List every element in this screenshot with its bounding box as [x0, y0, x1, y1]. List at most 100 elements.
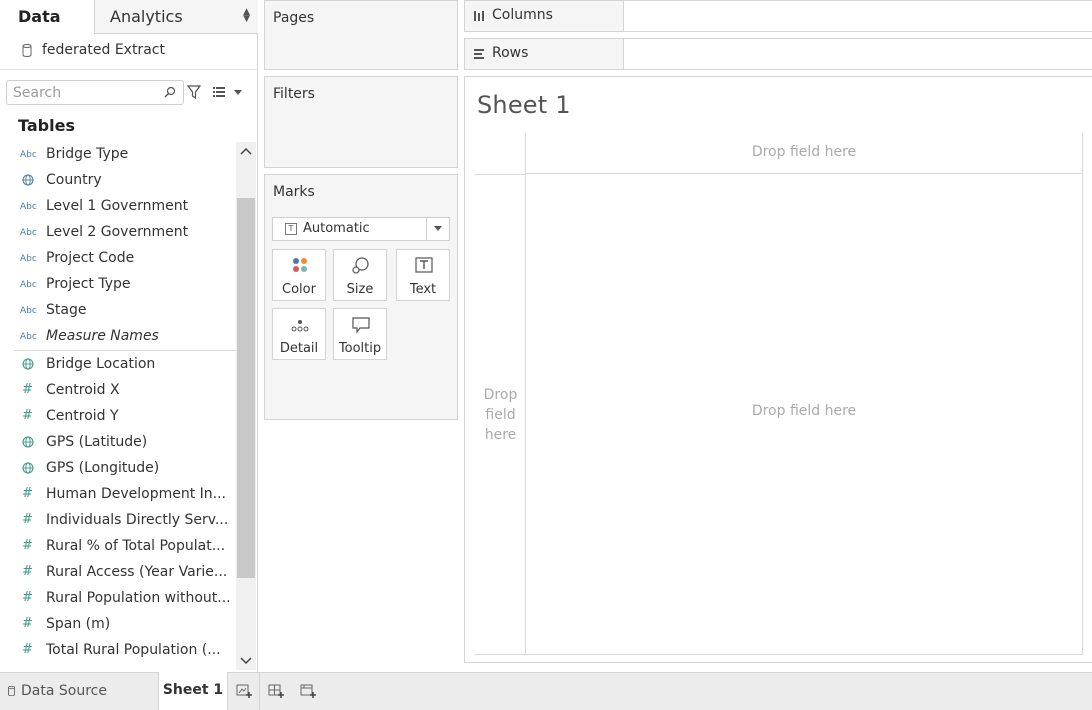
- abc-icon: Abc: [20, 280, 37, 290]
- mark-type-dropdown[interactable]: T Automatic: [272, 217, 450, 241]
- abc-icon: Abc: [20, 150, 37, 160]
- color-button[interactable]: Color: [272, 249, 326, 301]
- field-item[interactable]: # Rural Population without...: [0, 586, 236, 612]
- field-item[interactable]: Abc Bridge Type: [0, 142, 236, 168]
- pages-shelf[interactable]: Pages: [264, 0, 458, 70]
- field-item[interactable]: Country: [0, 168, 236, 194]
- field-item[interactable]: # Human Development In...: [0, 482, 236, 508]
- view-drop-zone[interactable]: Drop field here: [525, 174, 1083, 655]
- tab-analytics[interactable]: Analytics ▲ ▼: [94, 0, 258, 34]
- worksheet-view: Sheet 1 Drop field here Drop field here …: [464, 76, 1092, 663]
- field-item[interactable]: Abc Level 1 Government: [0, 194, 236, 220]
- field-item[interactable]: # Total Rural Population (...: [0, 638, 236, 664]
- scroll-up-icon[interactable]: [236, 142, 256, 162]
- filter-icon[interactable]: [186, 84, 202, 100]
- field-name: Country: [46, 172, 102, 188]
- hash-icon: #: [22, 564, 33, 579]
- data-source-tab[interactable]: Data Source: [0, 673, 156, 710]
- sheet-tab-bar: Data Source Sheet 1: [0, 672, 1092, 710]
- detail-button[interactable]: Detail: [272, 308, 326, 360]
- columns-label: Columns: [492, 7, 553, 23]
- field-item[interactable]: # Rural % of Total Populat...: [0, 534, 236, 560]
- field-name: Bridge Location: [46, 356, 156, 372]
- field-item[interactable]: # Rural Access (Year Varie...: [0, 560, 236, 586]
- field-name: Bridge Type: [46, 146, 129, 162]
- rows-icon: [474, 49, 484, 59]
- size-icon: [352, 257, 369, 274]
- field-item[interactable]: Abc Project Type: [0, 272, 236, 298]
- globe-icon: [22, 174, 34, 186]
- new-dashboard-icon[interactable]: [268, 682, 286, 700]
- dimension-measure-divider: [14, 350, 236, 351]
- tables-heading: Tables: [18, 116, 75, 135]
- tooltip-icon: [352, 317, 370, 334]
- field-name: Centroid X: [46, 382, 120, 398]
- rows-label-area: Rows: [465, 39, 624, 69]
- field-item[interactable]: # Span (m): [0, 612, 236, 638]
- database-icon: [22, 44, 32, 57]
- filters-title: Filters: [273, 86, 315, 102]
- search-box: [6, 80, 184, 105]
- field-name: Level 2 Government: [46, 224, 189, 240]
- mark-type-value: Automatic: [303, 221, 370, 236]
- scroll-down-icon[interactable]: [236, 650, 256, 670]
- abc-icon: Abc: [20, 202, 37, 212]
- column-drop-zone[interactable]: Drop field here: [525, 133, 1083, 174]
- search-input[interactable]: [13, 84, 163, 102]
- field-item[interactable]: GPS (Latitude): [0, 430, 236, 456]
- sort-arrows-icon[interactable]: ▲ ▼: [243, 8, 250, 24]
- text-label: Text: [409, 282, 437, 297]
- field-name: Rural % of Total Populat...: [46, 538, 226, 554]
- field-list-scrollbar[interactable]: [236, 142, 256, 670]
- field-name: Stage: [46, 302, 87, 318]
- columns-label-area: Columns: [465, 1, 624, 31]
- rows-label: Rows: [492, 45, 529, 61]
- datasource-name: federated Extract: [42, 42, 165, 58]
- field-item[interactable]: Abc Stage: [0, 298, 236, 324]
- scroll-thumb[interactable]: [237, 198, 255, 578]
- marks-title: Marks: [273, 184, 315, 200]
- field-item[interactable]: # Centroid X: [0, 378, 236, 404]
- field-item[interactable]: GPS (Longitude): [0, 456, 236, 482]
- tab-data-label: Data: [18, 7, 61, 26]
- text-mark-icon: T: [285, 223, 297, 235]
- field-name: Rural Access (Year Varie...: [46, 564, 228, 580]
- hash-icon: #: [22, 590, 33, 605]
- field-item[interactable]: Abc Level 2 Government: [0, 220, 236, 246]
- hash-icon: #: [22, 512, 33, 527]
- rows-shelf[interactable]: Rows: [464, 38, 1092, 70]
- text-button[interactable]: Text: [396, 249, 450, 301]
- sheet-title[interactable]: Sheet 1: [477, 91, 571, 119]
- hash-icon: #: [22, 538, 33, 553]
- tooltip-button[interactable]: Tooltip: [333, 308, 387, 360]
- field-name: Rural Population without...: [46, 590, 231, 606]
- search-icon[interactable]: [164, 86, 176, 98]
- field-item[interactable]: Abc Measure Names: [0, 324, 236, 350]
- datasource-item[interactable]: federated Extract: [0, 34, 258, 70]
- field-item[interactable]: # Centroid Y: [0, 404, 236, 430]
- filters-shelf[interactable]: Filters: [264, 76, 458, 168]
- field-name: Measure Names: [46, 328, 159, 344]
- new-story-icon[interactable]: [300, 682, 318, 700]
- sheet-tab[interactable]: Sheet 1: [158, 672, 228, 710]
- row-drop-hint: Drop field here: [483, 387, 518, 443]
- field-item[interactable]: # Individuals Directly Serv...: [0, 508, 236, 534]
- abc-icon: Abc: [20, 228, 37, 238]
- chevron-down-icon: [434, 226, 442, 231]
- color-label: Color: [282, 282, 316, 297]
- tab-data[interactable]: Data: [0, 0, 94, 34]
- globe-icon: [22, 436, 34, 448]
- field-name: Project Code: [46, 250, 135, 266]
- size-button[interactable]: Size: [333, 249, 387, 301]
- database-icon: [8, 686, 15, 696]
- row-drop-zone[interactable]: Drop field here: [475, 174, 526, 655]
- list-view-icon[interactable]: [212, 85, 244, 99]
- field-item[interactable]: Abc Project Code: [0, 246, 236, 272]
- columns-shelf[interactable]: Columns: [464, 0, 1092, 32]
- pages-title: Pages: [273, 10, 315, 26]
- new-worksheet-icon[interactable]: [236, 682, 254, 700]
- field-list: Abc Bridge Type Country Abc Level 1 Govern…: [0, 142, 236, 670]
- tooltip-label: Tooltip: [338, 341, 382, 356]
- color-icon: [293, 258, 307, 272]
- field-item[interactable]: Bridge Location: [0, 352, 236, 378]
